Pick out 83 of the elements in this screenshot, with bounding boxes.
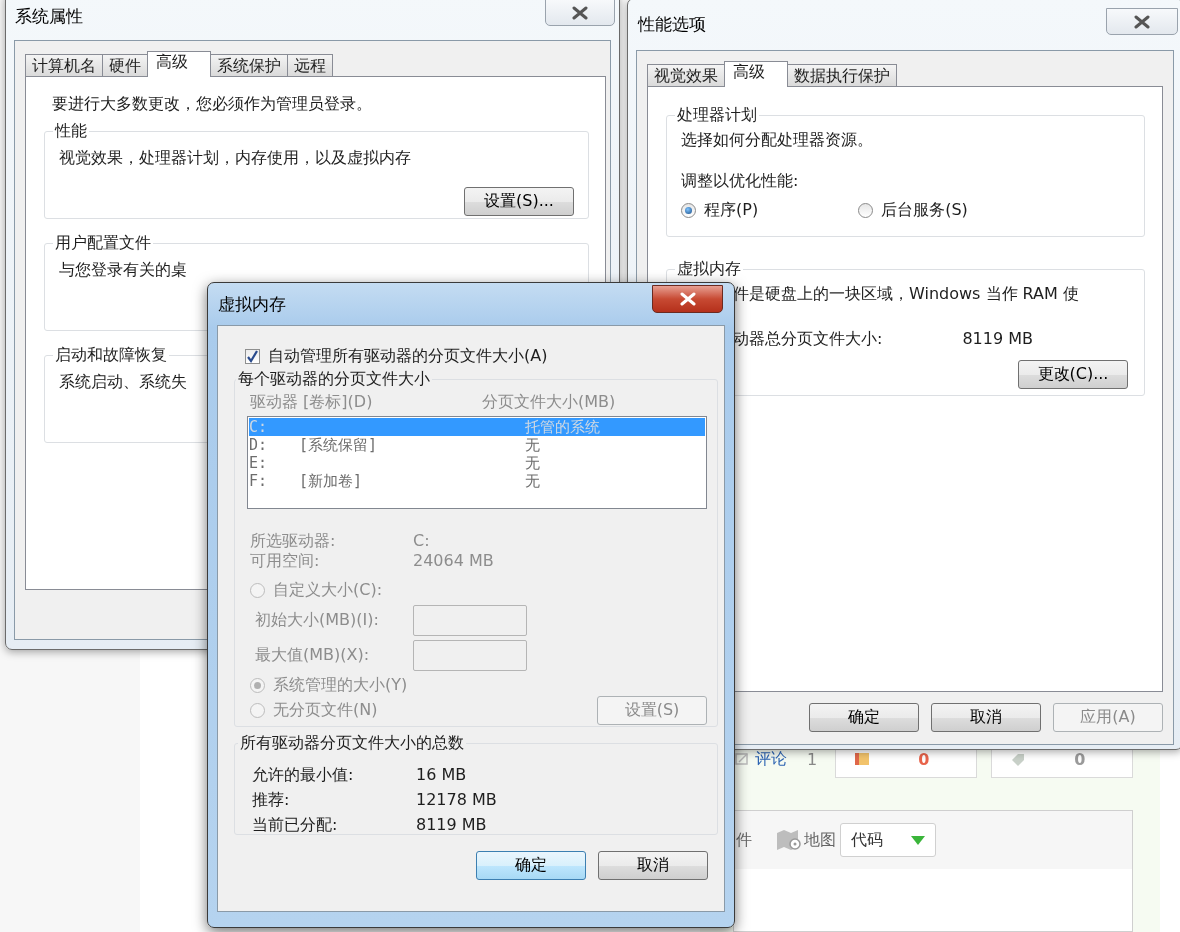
field-label: 初始大小(MB)(I):	[254, 610, 380, 631]
volume-label: [系统保留]	[299, 436, 379, 454]
group-title: 处理器计划	[676, 105, 758, 126]
tab[interactable]: 系统保护	[210, 54, 288, 76]
map-pin-icon	[776, 829, 802, 851]
radio-button[interactable]	[858, 203, 874, 218]
pencil-icon	[735, 752, 749, 766]
button[interactable]: 取消	[598, 851, 708, 880]
tab[interactable]: 硬件	[102, 54, 148, 76]
radio-label: 系统管理的大小(Y)	[273, 675, 408, 696]
group-text: 选择如何分配处理器资源。	[681, 130, 873, 151]
tab[interactable]: 视觉效果	[647, 64, 725, 86]
code-dropdown[interactable]: 代码	[840, 823, 936, 857]
settings-button[interactable]: 设置(S)...	[464, 187, 574, 216]
stat-value: 0	[1074, 749, 1086, 769]
info-value: 24064 MB	[413, 551, 494, 571]
info-label: 可用空间:	[250, 551, 321, 571]
dialog-title: 虚拟内存	[218, 292, 286, 316]
drive-letter: C:	[249, 418, 269, 436]
group-text: 与您登录有关的桌	[59, 260, 187, 281]
drive-letter: D:	[249, 436, 269, 454]
radio-label: 自定义大小(C):	[273, 580, 383, 601]
total-label: 推荐:	[252, 789, 291, 811]
change-button[interactable]: 更改(C)...	[1018, 360, 1128, 389]
toolbar-item[interactable]: 地图	[804, 829, 836, 851]
tab[interactable]: 远程	[287, 54, 333, 76]
page-file-size: 无	[525, 436, 540, 454]
radio-label: 后台服务(S)	[881, 200, 968, 221]
comment-link[interactable]: 评论	[755, 748, 787, 770]
field-label: 最大值(MB)(X):	[254, 645, 371, 666]
button[interactable]: 确定	[809, 703, 919, 732]
drive-letter: F:	[249, 472, 269, 490]
column-header: 驱动器 [卷标](D)	[250, 392, 374, 413]
drive-letter: E:	[249, 454, 269, 472]
radio-label: 程序(P)	[704, 200, 759, 221]
total-label: 当前已分配:	[252, 814, 339, 836]
stat-value: 0	[918, 749, 930, 769]
group-text: 视觉效果，处理器计划，内存使用，以及虚拟内存	[59, 148, 411, 169]
volume-label: [新加卷]	[299, 472, 364, 490]
tab[interactable]: 高级	[724, 61, 788, 87]
close-icon	[572, 5, 588, 20]
total-value: 12178 MB	[416, 789, 497, 811]
button[interactable]: 确定	[476, 851, 586, 880]
tab[interactable]: 高级	[147, 51, 211, 77]
tab[interactable]: 计算机名	[25, 54, 103, 76]
close-button[interactable]	[545, 0, 615, 26]
group-text: 系统启动、系统失	[59, 372, 187, 393]
window-title: 系统属性	[15, 5, 83, 28]
group-title: 启动和故障恢复	[54, 345, 168, 366]
group-title: 虚拟内存	[676, 259, 742, 280]
caret-icon	[911, 835, 925, 845]
group-title: 所有驱动器分页文件大小的总数	[239, 733, 465, 754]
checkbox[interactable]	[245, 349, 260, 364]
close-button[interactable]	[652, 285, 723, 313]
info-value: C:	[413, 531, 430, 551]
tag-icon	[1010, 752, 1027, 766]
toolbar-item[interactable]: 件	[736, 829, 752, 851]
radio-label: 无分页文件(N)	[273, 700, 378, 721]
window-title: 性能选项	[638, 13, 706, 36]
checkmark-icon	[246, 350, 259, 363]
tab[interactable]: 数据执行保护	[787, 64, 897, 86]
total-value: 16 MB	[416, 764, 467, 786]
radio-button[interactable]	[681, 203, 696, 218]
button[interactable]: 取消	[931, 703, 1041, 732]
page-file-size: 托管的系统	[525, 418, 600, 436]
total-label: 允许的最小值:	[252, 764, 355, 786]
comment-count: 1	[807, 749, 818, 769]
page-file-size: 无	[525, 472, 540, 490]
group-title: 用户配置文件	[54, 233, 152, 254]
info-label: 所选驱动器:	[250, 531, 337, 551]
page-file-size: 无	[525, 454, 540, 472]
group-title: 每个驱动器的分页文件大小	[237, 369, 431, 390]
close-icon	[679, 292, 696, 306]
total-value: 8119 MB	[416, 814, 487, 836]
checkbox-label: 自动管理所有驱动器的分页文件大小(A)	[268, 346, 548, 367]
close-button[interactable]	[1106, 8, 1178, 35]
prompt-text: 调整以优化性能:	[681, 171, 799, 192]
close-icon	[1134, 14, 1150, 29]
total-value: 8119 MB	[962, 329, 1033, 350]
book-icon	[854, 752, 871, 766]
notice-text: 要进行大多数更改，您必须作为管理员登录。	[52, 94, 372, 115]
group-title: 性能	[53, 121, 88, 142]
column-header: 分页文件大小(MB)	[482, 392, 616, 413]
